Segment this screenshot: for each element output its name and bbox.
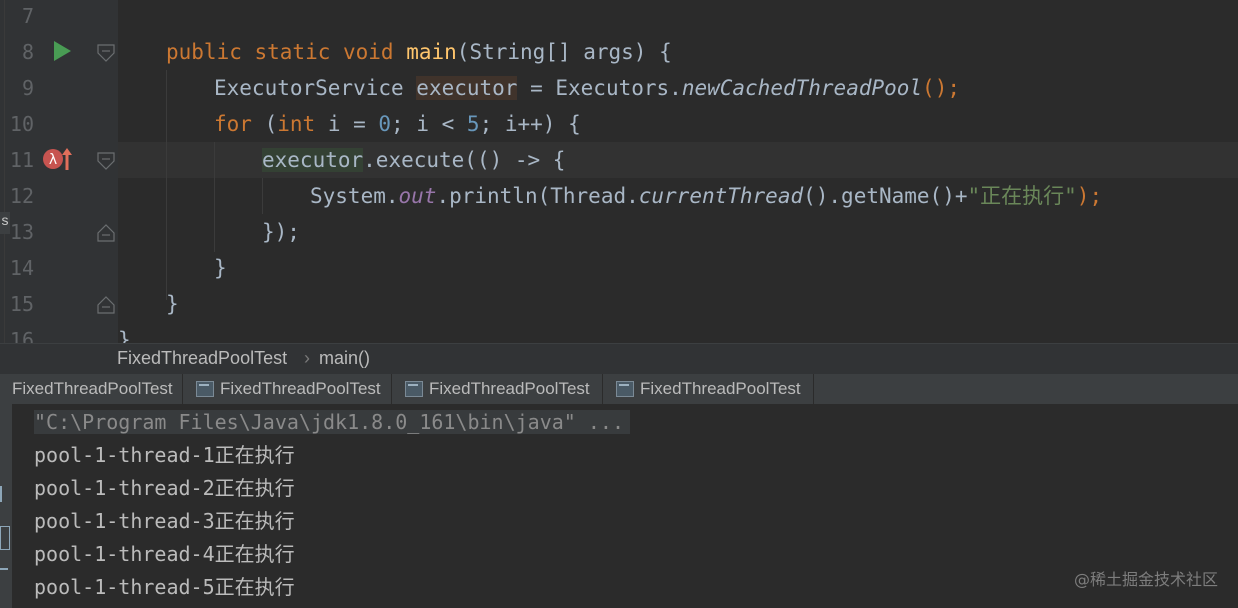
line-number: 9	[21, 76, 34, 100]
code-line-13[interactable]: });	[118, 214, 300, 250]
console-output-line: pool-1-thread-2正在执行	[34, 476, 295, 500]
code-text: });	[262, 220, 300, 244]
static-call: newCachedThreadPool	[681, 76, 923, 100]
line-number: 16	[9, 328, 34, 343]
code-text: System.	[310, 184, 399, 208]
line-number: 13	[9, 220, 34, 244]
code-text: ExecutorService	[214, 76, 417, 100]
code-line-10[interactable]: for (int i = 0; i < 5; i++) {	[118, 106, 581, 142]
fold-collapse-icon[interactable]	[96, 44, 116, 62]
run-icon[interactable]	[52, 40, 72, 62]
code-text: }	[118, 328, 131, 343]
code-text: i =	[315, 112, 379, 136]
code-text: ; i <	[391, 112, 467, 136]
code-line-9[interactable]: ExecutorService executor = Executors.new…	[118, 70, 960, 106]
code-text: );	[1076, 184, 1103, 208]
run-tab[interactable]: FixedThreadPoolTest	[184, 374, 392, 404]
run-tab-label: FixedThreadPoolTest	[220, 379, 381, 398]
scroll-end-icon[interactable]	[0, 486, 10, 502]
code-text: }	[166, 292, 179, 316]
code-line-11[interactable]: executor.execute(() -> {	[118, 142, 565, 178]
wrap-icon[interactable]	[0, 526, 10, 550]
string-literal: "正在执行"	[967, 184, 1077, 208]
console-output-line: pool-1-thread-4正在执行	[34, 542, 295, 566]
number-literal: 5	[466, 112, 480, 136]
code-line-8[interactable]: public static void main(String[] args) {	[118, 34, 672, 70]
fold-collapse-icon[interactable]	[96, 152, 116, 170]
fold-end-icon[interactable]	[96, 296, 116, 314]
code-line-12[interactable]: System.out.println(Thread.currentThread(…	[118, 178, 1102, 214]
code-line-15[interactable]: }	[118, 286, 179, 322]
variable-declaration: executor	[416, 76, 518, 100]
keyword: int	[277, 112, 316, 136]
code-text: }	[214, 256, 227, 280]
static-call: currentThread	[638, 184, 804, 208]
run-tab[interactable]: FixedThreadPoolTest	[0, 374, 183, 404]
code-text: ().getName()+	[803, 184, 968, 208]
line-number: 7	[21, 4, 34, 28]
number-literal: 0	[378, 112, 392, 136]
breadcrumb: FixedThreadPoolTest › main()	[0, 343, 1238, 375]
gutter-divider	[4, 0, 5, 343]
console-icon	[405, 381, 423, 397]
lambda-breakpoint-icon[interactable]: λ	[42, 146, 74, 172]
variable-usage: executor	[262, 148, 364, 172]
breadcrumb-method[interactable]: main()	[319, 348, 370, 369]
code-text: .execute(() -> {	[363, 148, 566, 172]
side-tool-label[interactable]: s	[0, 212, 10, 234]
run-tab[interactable]: FixedThreadPoolTest	[604, 374, 814, 404]
console-command: "C:\Program Files\Java\jdk1.8.0_161\bin\…	[34, 410, 631, 434]
line-number: 15	[9, 292, 34, 316]
run-tab-label: FixedThreadPoolTest	[429, 379, 590, 398]
line-number: 8	[21, 40, 34, 64]
run-tab-bar: FixedThreadPoolTest FixedThreadPoolTest …	[0, 374, 1238, 405]
breadcrumb-class[interactable]: FixedThreadPoolTest	[117, 348, 287, 369]
print-icon[interactable]	[0, 568, 8, 582]
static-field: out	[398, 184, 437, 208]
code-text: = Executors.	[517, 76, 682, 100]
line-number: 12	[9, 184, 34, 208]
run-tab-label: FixedThreadPoolTest	[12, 379, 173, 398]
code-line-14[interactable]: }	[118, 250, 227, 286]
line-number: 11	[9, 148, 34, 172]
console-command-line: "C:\Program Files\Java\jdk1.8.0_161\bin\…	[34, 406, 631, 439]
method-name: main	[406, 40, 457, 64]
code-text: .println(Thread.	[436, 184, 639, 208]
code-text: (	[264, 112, 278, 136]
console-icon	[196, 381, 214, 397]
console-output-line: pool-1-thread-5正在执行	[34, 575, 295, 599]
keyword: for	[214, 112, 265, 136]
breadcrumb-separator: ›	[304, 348, 310, 368]
fold-end-icon[interactable]	[96, 224, 116, 242]
run-tab-label: FixedThreadPoolTest	[640, 379, 801, 398]
console-icon	[616, 381, 634, 397]
code-text: (String[] args) {	[456, 40, 672, 64]
svg-text:λ: λ	[49, 152, 57, 168]
watermark: @稀土掘金技术社区	[1073, 570, 1218, 589]
code-text: ();	[922, 76, 960, 100]
code-editor[interactable]: 7 8 9 10 11 12 13 14 15 16 λ public stat…	[0, 0, 1238, 343]
line-number: 10	[9, 112, 34, 136]
keyword: public static void	[166, 40, 407, 64]
console-output-line: pool-1-thread-3正在执行	[34, 509, 295, 533]
code-text: ; i++) {	[479, 112, 581, 136]
code-line-16[interactable]: }	[118, 322, 131, 343]
line-number: 14	[9, 256, 34, 280]
run-tab[interactable]: FixedThreadPoolTest	[393, 374, 603, 404]
console-output-line: pool-1-thread-1正在执行	[34, 443, 295, 467]
